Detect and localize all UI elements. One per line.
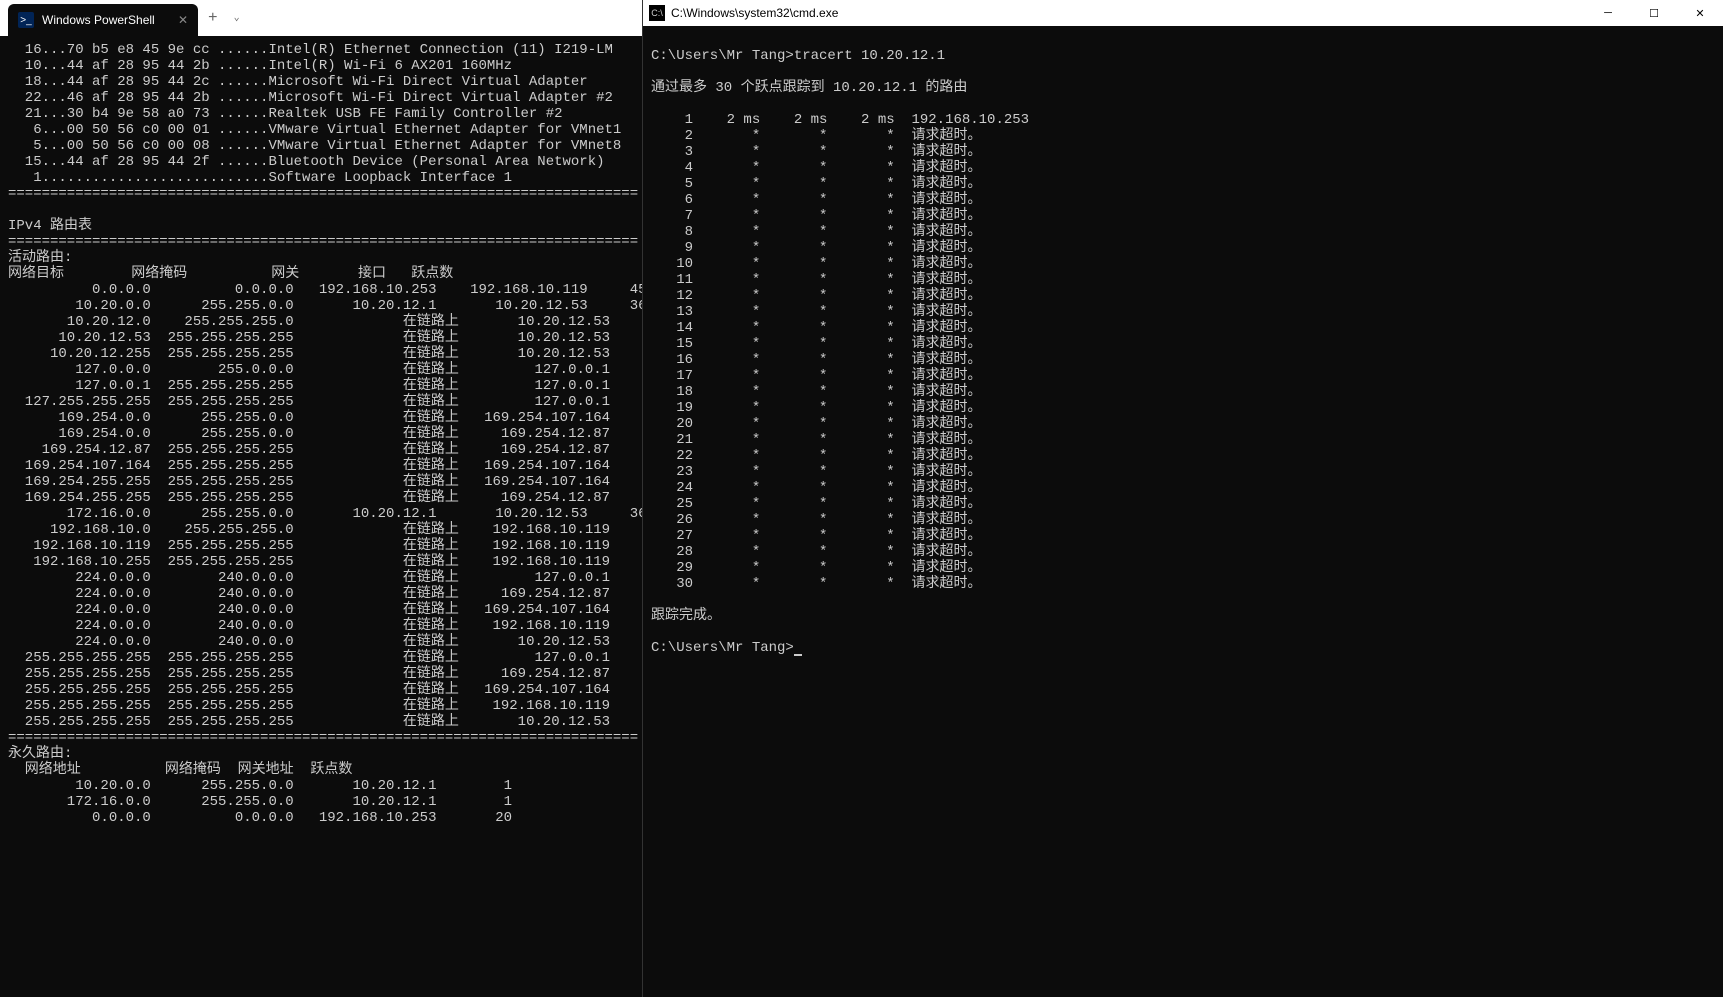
tab-powershell[interactable]: >_ Windows PowerShell ✕ — [8, 4, 198, 36]
cmd-icon: C:\ — [649, 5, 665, 21]
tab-title: Windows PowerShell — [42, 13, 170, 27]
tab-close-icon[interactable]: ✕ — [178, 13, 188, 27]
cmd-window: C:\ C:\Windows\system32\cmd.exe ─ ☐ ✕ C:… — [643, 0, 1723, 997]
cmd-terminal[interactable]: C:\Users\Mr Tang>tracert 10.20.12.1 通过最多… — [643, 26, 1723, 997]
maximize-button[interactable]: ☐ — [1631, 0, 1677, 26]
powershell-window: >_ Windows PowerShell ✕ + ⌄ 16...70 b5 e… — [0, 0, 643, 997]
window-title: C:\Windows\system32\cmd.exe — [671, 6, 1585, 20]
powershell-icon: >_ — [18, 12, 34, 28]
cursor — [794, 654, 802, 656]
close-button[interactable]: ✕ — [1677, 0, 1723, 26]
new-tab-button[interactable]: + — [198, 9, 228, 27]
powershell-terminal[interactable]: 16...70 b5 e8 45 9e cc ......Intel(R) Et… — [0, 36, 642, 997]
minimize-button[interactable]: ─ — [1585, 0, 1631, 26]
title-bar[interactable]: C:\ C:\Windows\system32\cmd.exe ─ ☐ ✕ — [643, 0, 1723, 26]
tab-dropdown-icon[interactable]: ⌄ — [228, 12, 246, 24]
tab-bar: >_ Windows PowerShell ✕ + ⌄ — [0, 0, 642, 36]
